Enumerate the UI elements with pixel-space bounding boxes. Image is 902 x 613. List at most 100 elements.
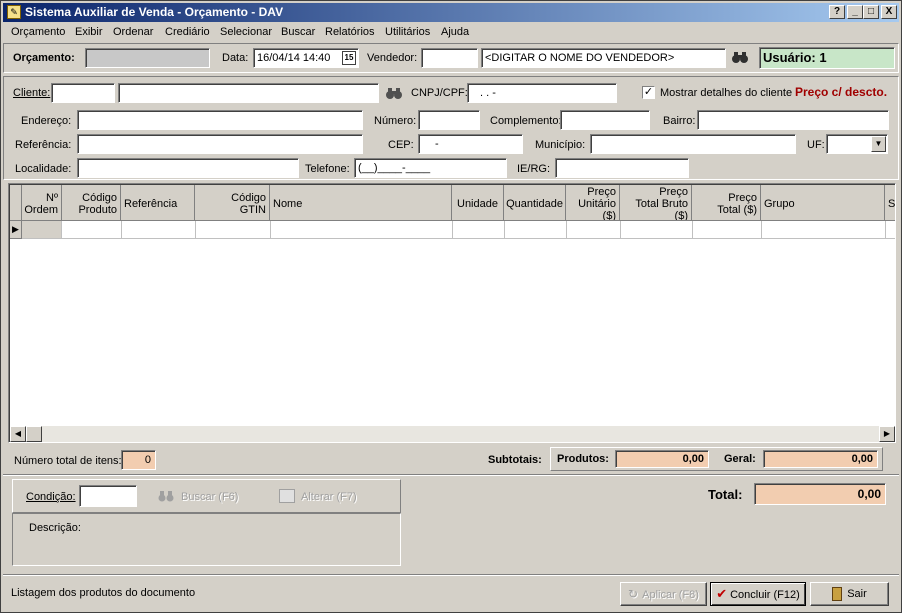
total-value: 0,00 bbox=[754, 483, 886, 505]
table-cell-selected[interactable] bbox=[22, 221, 62, 238]
app-icon: ✎ bbox=[7, 5, 21, 19]
products-grid[interactable]: Nº Ordem Código Produto Referência Código G… bbox=[8, 183, 896, 443]
col-header-s[interactable]: S bbox=[885, 185, 895, 221]
descricao-label: Descrição: bbox=[29, 522, 81, 534]
complemento-label: Complemento: bbox=[490, 115, 562, 127]
maximize-button[interactable]: □ bbox=[863, 5, 879, 19]
menu-buscar[interactable]: Buscar bbox=[281, 26, 315, 38]
produtos-label: Produtos: bbox=[557, 453, 609, 465]
numero-field[interactable] bbox=[418, 110, 480, 130]
cliente-code-field[interactable] bbox=[51, 83, 115, 103]
buscar-button[interactable]: Buscar (F6) bbox=[156, 487, 256, 507]
vendedor-code-field[interactable] bbox=[421, 48, 478, 68]
mostrar-detalhes-checkbox[interactable]: ✓ bbox=[642, 86, 655, 99]
exit-door-icon bbox=[832, 587, 843, 602]
col-header-unidade[interactable]: Unidade bbox=[452, 185, 504, 221]
col-header-ordem[interactable]: Nº Ordem bbox=[22, 185, 62, 221]
check-document-icon: ✔ bbox=[716, 586, 728, 601]
municipio-field[interactable] bbox=[590, 134, 796, 154]
aplicar-button[interactable]: ↻ Aplicar (F8) bbox=[620, 582, 707, 606]
vendedor-name-field[interactable]: <DIGITAR O NOME DO VENDEDOR> bbox=[481, 48, 726, 68]
menu-orcamento[interactable]: Orçamento bbox=[11, 26, 65, 38]
cell-divider bbox=[195, 221, 196, 238]
chevron-down-icon[interactable]: ▼ bbox=[871, 136, 886, 152]
orcamento-label: Orçamento: bbox=[13, 52, 75, 64]
calendar-icon[interactable]: 15 bbox=[342, 51, 356, 65]
col-header-gtin[interactable]: Código GTIN bbox=[195, 185, 270, 221]
col-header-quantidade[interactable]: Quantidade bbox=[504, 185, 566, 221]
menu-ajuda[interactable]: Ajuda bbox=[441, 26, 469, 38]
apply-icon: ↻ bbox=[628, 587, 639, 601]
menu-selecionar[interactable]: Selecionar bbox=[220, 26, 272, 38]
geral-label: Geral: bbox=[724, 453, 756, 465]
sair-button[interactable]: Sair bbox=[810, 582, 889, 606]
ie-field[interactable] bbox=[555, 158, 689, 178]
binoculars-icon[interactable] bbox=[731, 50, 749, 64]
cell-divider bbox=[452, 221, 453, 238]
bairro-field[interactable] bbox=[697, 110, 889, 130]
help-button[interactable]: ? bbox=[829, 5, 845, 19]
complemento-field[interactable] bbox=[560, 110, 650, 130]
alterar-label: Alterar (F7) bbox=[301, 491, 357, 503]
close-button[interactable]: X bbox=[881, 5, 897, 19]
col-header-preco-unitario[interactable]: Preço Unitário ($) bbox=[566, 185, 620, 221]
municipio-label: Município: bbox=[535, 139, 586, 151]
concluir-button[interactable]: ✔ Concluir (F12) bbox=[710, 582, 806, 606]
menu-ordenar[interactable]: Ordenar bbox=[113, 26, 153, 38]
minimize-button[interactable]: _ bbox=[847, 5, 863, 19]
geral-value: 0,00 bbox=[763, 450, 878, 468]
condicao-field[interactable] bbox=[79, 485, 137, 507]
endereco-field[interactable] bbox=[77, 110, 363, 130]
localidade-field[interactable] bbox=[77, 158, 299, 178]
cell-divider bbox=[121, 221, 122, 238]
col-header-total-bruto[interactable]: Preço Total Bruto ($) bbox=[620, 185, 692, 221]
cep-label: CEP: bbox=[388, 139, 414, 151]
cnpj-field[interactable]: . . - bbox=[467, 83, 617, 103]
menu-crediario[interactable]: Crediário bbox=[165, 26, 210, 38]
cell-divider bbox=[761, 221, 762, 238]
menu-relatorios[interactable]: Relatórios bbox=[325, 26, 375, 38]
col-header-preco-total[interactable]: Preço Total ($) bbox=[692, 185, 761, 221]
window-title: Sistema Auxiliar de Venda - Orçamento - … bbox=[25, 5, 284, 19]
cell-divider bbox=[885, 221, 886, 238]
data-label: Data: bbox=[222, 52, 249, 64]
buscar-label: Buscar (F6) bbox=[181, 491, 239, 503]
referencia-field[interactable] bbox=[77, 134, 363, 154]
referencia-label: Referência: bbox=[15, 139, 72, 151]
telefone-field[interactable]: (__)____-____ bbox=[354, 158, 507, 178]
cliente-name-field[interactable] bbox=[118, 83, 379, 103]
binoculars-icon[interactable] bbox=[385, 86, 403, 100]
status-text: Listagem dos produtos do documento bbox=[11, 587, 196, 599]
menu-utilitarios[interactable]: Utilitários bbox=[385, 26, 430, 38]
cell-divider bbox=[692, 221, 693, 238]
binoculars-icon bbox=[158, 489, 174, 503]
col-header-grupo[interactable]: Grupo bbox=[761, 185, 885, 221]
alterar-button[interactable]: Alterar (F7) bbox=[277, 487, 377, 507]
sair-label: Sair bbox=[847, 588, 867, 600]
descricao-panel bbox=[12, 513, 401, 566]
cnpj-label: CNPJ/CPF: bbox=[411, 87, 468, 99]
vendedor-label: Vendedor: bbox=[367, 52, 418, 64]
table-row[interactable] bbox=[22, 221, 895, 239]
bairro-label: Bairro: bbox=[663, 115, 696, 127]
horizontal-scrollbar[interactable]: ◀ ▶ bbox=[10, 426, 895, 442]
col-header-nome[interactable]: Nome bbox=[270, 185, 452, 221]
cell-divider bbox=[504, 221, 505, 238]
cliente-label: Cliente: bbox=[13, 87, 51, 99]
scroll-right-button[interactable]: ▶ bbox=[879, 426, 895, 442]
grid-indicator-header bbox=[10, 185, 22, 221]
row-indicator-arrow-icon: ▶ bbox=[10, 221, 22, 239]
mostrar-detalhes-label[interactable]: Mostrar detalhes do cliente bbox=[660, 87, 792, 99]
uf-label: UF: bbox=[807, 139, 825, 151]
col-header-codigo-produto[interactable]: Código Produto bbox=[62, 185, 121, 221]
produtos-value: 0,00 bbox=[615, 450, 709, 468]
scroll-thumb[interactable] bbox=[26, 426, 42, 442]
title-bar[interactable]: ✎ Sistema Auxiliar de Venda - Orçamento … bbox=[3, 3, 899, 22]
cep-field[interactable]: - bbox=[418, 134, 523, 154]
col-header-referencia[interactable]: Referência bbox=[121, 185, 195, 221]
menu-exibir[interactable]: Exibir bbox=[75, 26, 103, 38]
telefone-label: Telefone: bbox=[305, 163, 350, 175]
cell-divider bbox=[270, 221, 271, 238]
scroll-left-button[interactable]: ◀ bbox=[10, 426, 26, 442]
localidade-label: Localidade: bbox=[15, 163, 72, 175]
